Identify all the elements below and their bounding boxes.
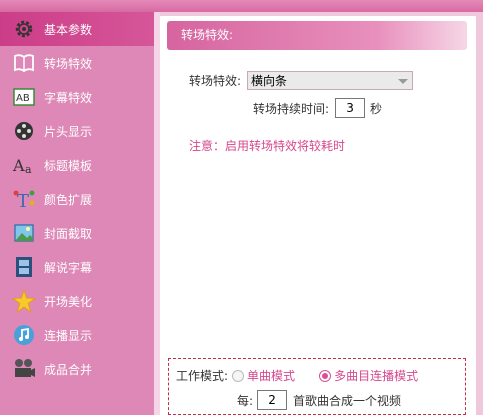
effect-label: 转场特效: <box>189 74 242 88</box>
effect-row: 转场特效: 横向条 <box>189 71 414 90</box>
work-mode-row: 工作模式: 单曲模式 多曲目连播模式 <box>176 367 418 384</box>
sidebar-item-label: 解说字幕 <box>44 260 93 275</box>
note-text: 注意：启用转场特效将较耗时 <box>189 139 346 153</box>
sidebar-item-label: 成品合并 <box>44 362 93 377</box>
sidebar-item-label: 标题模板 <box>44 158 93 173</box>
sidebar: 基本参数 转场特效 AB 字幕特效 片头显示 Aa 标题模板 T 颜色扩展 封面… <box>0 12 154 415</box>
duration-label: 转场持续时间: <box>253 101 330 116</box>
sidebar-item-subtitle-effects[interactable]: AB 字幕特效 <box>0 80 154 114</box>
gear-icon <box>12 17 36 41</box>
subtitle-icon: AB <box>12 85 36 109</box>
sidebar-item-label: 基本参数 <box>44 22 93 37</box>
multi-mode-label: 多曲目连播模式 <box>334 369 419 383</box>
effect-select-value: 横向条 <box>251 74 288 88</box>
sidebar-item-opening-beautify[interactable]: 开场美化 <box>0 284 154 318</box>
top-bar <box>0 0 483 12</box>
sidebar-item-color-extension[interactable]: T 颜色扩展 <box>0 182 154 216</box>
sidebar-item-transition[interactable]: 转场特效 <box>0 46 154 80</box>
multi-mode-radio[interactable] <box>319 369 332 382</box>
book-icon <box>12 51 36 75</box>
sidebar-item-label: 字幕特效 <box>44 90 93 105</box>
sidebar-item-label: 封面截取 <box>44 226 93 241</box>
picture-icon <box>12 221 36 245</box>
film-strip-icon <box>12 255 36 279</box>
sidebar-item-cover-capture[interactable]: 封面截取 <box>0 216 154 250</box>
song-count-row: 每: 首歌曲合成一个视频 <box>237 390 401 410</box>
music-icon <box>12 323 36 347</box>
sidebar-item-opening-display[interactable]: 片头显示 <box>0 114 154 148</box>
svg-text:a: a <box>25 163 32 176</box>
svg-text:AB: AB <box>16 93 30 104</box>
sidebar-item-label: 连播显示 <box>44 328 93 343</box>
sidebar-item-basic-params[interactable]: 基本参数 <box>0 12 154 46</box>
song-count-suffix: 首歌曲合成一个视频 <box>293 393 402 408</box>
multi-mode-option[interactable]: 多曲目连播模式 <box>315 367 418 384</box>
film-icon <box>12 119 36 143</box>
sidebar-item-label: 转场特效 <box>44 56 93 71</box>
sidebar-item-output-merge[interactable]: 成品合并 <box>0 352 154 386</box>
sidebar-item-narration-subtitle[interactable]: 解说字幕 <box>0 250 154 284</box>
duration-input[interactable] <box>335 98 366 118</box>
main-panel: 转场特效: 转场特效: 横向条 转场持续时间: 秒 注意：启用转场特效将较耗时 … <box>160 16 476 415</box>
work-mode-label: 工作模式: <box>176 369 229 383</box>
single-mode-option[interactable]: 单曲模式 <box>228 367 295 384</box>
sidebar-item-label: 片头显示 <box>44 124 93 139</box>
single-mode-radio[interactable] <box>232 369 245 382</box>
duration-row: 转场持续时间: 秒 <box>253 98 382 118</box>
sidebar-item-label: 开场美化 <box>44 294 93 309</box>
song-count-input[interactable] <box>257 390 288 410</box>
single-mode-label: 单曲模式 <box>247 369 296 383</box>
effect-select[interactable]: 横向条 <box>247 71 414 90</box>
sidebar-item-label: 颜色扩展 <box>44 192 93 207</box>
font-icon: Aa <box>12 153 36 177</box>
color-icon: T <box>12 187 36 211</box>
right-border <box>476 12 483 415</box>
panel-title: 转场特效: <box>167 21 467 50</box>
sidebar-item-continuous-display[interactable]: 连播显示 <box>0 318 154 352</box>
every-label: 每: <box>237 393 254 408</box>
work-mode-box: 工作模式: 单曲模式 多曲目连播模式 每: 首歌曲合成一个视频 <box>168 358 466 415</box>
sidebar-item-title-template[interactable]: Aa 标题模板 <box>0 148 154 182</box>
chevron-down-icon <box>398 79 409 84</box>
star-icon <box>12 289 36 313</box>
duration-unit: 秒 <box>370 101 383 116</box>
projector-icon <box>12 357 36 381</box>
svg-text:T: T <box>17 191 29 211</box>
svg-text:A: A <box>12 156 25 175</box>
